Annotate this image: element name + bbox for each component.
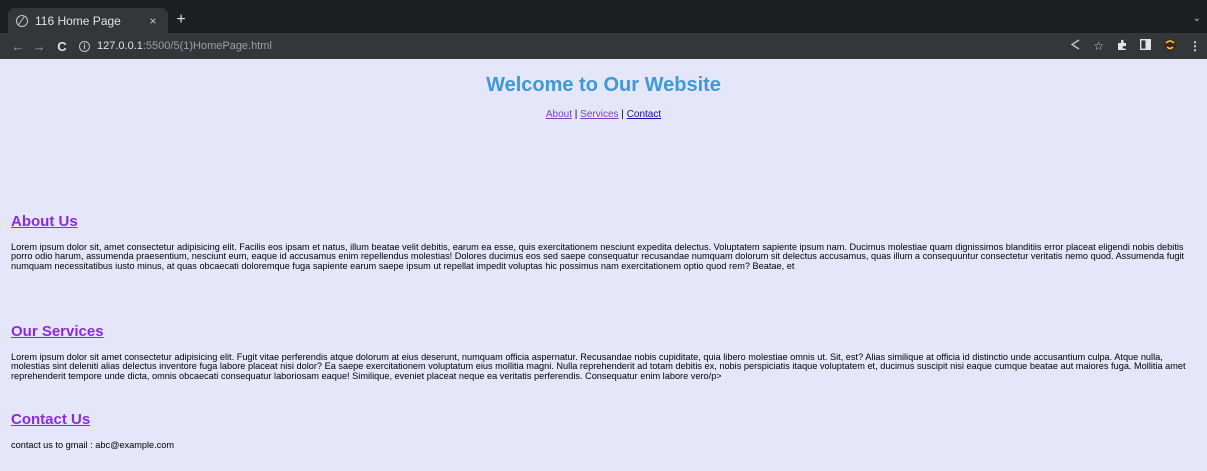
forward-button[interactable]: → xyxy=(30,39,48,54)
site-nav: About | Services | Contact xyxy=(0,109,1207,120)
address-bar[interactable]: i 127.0.0.1 :5500/5(1)HomePage.html xyxy=(79,35,1058,57)
globe-icon xyxy=(16,14,28,27)
sidepanel-icon[interactable] xyxy=(1139,38,1152,53)
info-icon[interactable]: i xyxy=(79,40,90,52)
services-text: Lorem ipsum dolor sit amet consectetur a… xyxy=(11,352,1186,381)
new-tab-button[interactable]: + xyxy=(173,12,189,28)
browser-toolbar: ← → C i 127.0.0.1 :5500/5(1)HomePage.htm… xyxy=(0,33,1207,59)
tab-title: 116 Home Page xyxy=(35,13,121,28)
about-heading[interactable]: About Us xyxy=(11,213,78,230)
toolbar-actions: ☆ ⋮ xyxy=(1058,38,1201,55)
url-host: 127.0.0.1 xyxy=(97,40,143,52)
profile-icon[interactable] xyxy=(1163,38,1177,55)
chevron-down-icon[interactable]: ⌄ xyxy=(1193,13,1201,24)
extensions-icon[interactable] xyxy=(1116,39,1128,54)
contact-text: contact us to gmail : abc@example.com xyxy=(11,440,175,450)
reload-button[interactable]: C xyxy=(53,39,71,54)
share-icon[interactable] xyxy=(1070,39,1081,53)
page-title: Welcome to Our Website xyxy=(486,74,721,96)
page-viewport: Welcome to Our Website About | Services … xyxy=(0,59,1207,471)
browser-tab[interactable]: 116 Home Page × xyxy=(8,8,168,33)
nav-separator: | xyxy=(621,109,624,120)
nav-link-contact[interactable]: Contact xyxy=(627,109,661,120)
close-icon[interactable]: × xyxy=(146,14,160,28)
nav-link-about[interactable]: About xyxy=(546,109,572,120)
menu-icon[interactable]: ⋮ xyxy=(1189,39,1201,53)
browser-tabbar: 116 Home Page × + ⌄ xyxy=(0,0,1207,33)
url-path: :5500/5(1)HomePage.html xyxy=(142,40,272,52)
contact-heading[interactable]: Contact Us xyxy=(11,411,90,428)
nav-separator: | xyxy=(574,109,578,120)
nav-link-services[interactable]: Services xyxy=(580,109,618,120)
services-heading[interactable]: Our Services xyxy=(11,323,104,340)
star-icon[interactable]: ☆ xyxy=(1093,39,1104,53)
back-button[interactable]: ← xyxy=(9,39,27,54)
about-text: Lorem ipsum dolor sit, amet consectetur … xyxy=(11,242,1185,271)
